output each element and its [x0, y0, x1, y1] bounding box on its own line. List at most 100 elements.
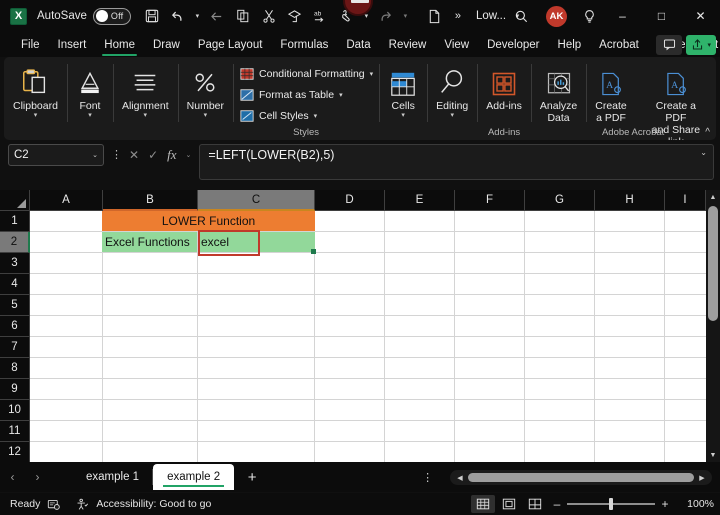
fill-handle[interactable]: [311, 249, 316, 254]
insert-function-icon[interactable]: fx: [167, 147, 176, 163]
tab-data[interactable]: Data: [337, 33, 379, 57]
more-commands-icon[interactable]: »: [449, 10, 466, 22]
scroll-up-arrow-icon[interactable]: ▲: [706, 190, 720, 204]
column-header-g[interactable]: G: [525, 190, 595, 211]
format-painter-icon[interactable]: [283, 4, 307, 28]
cut-icon[interactable]: [257, 4, 281, 28]
zoom-slider[interactable]: [567, 498, 655, 510]
font-dropdown-icon[interactable]: ▾: [88, 112, 92, 120]
autosave-toggle[interactable]: Off: [92, 7, 131, 25]
tab-developer[interactable]: Developer: [478, 33, 548, 57]
formula-input[interactable]: =LEFT(LOWER(B2),5) ⌄: [199, 144, 714, 180]
row-header-9[interactable]: 9: [0, 379, 30, 400]
sheet-canvas[interactable]: LOWER Function Excel Functions excel: [30, 211, 706, 462]
select-all-corner[interactable]: [0, 190, 30, 211]
scroll-left-arrow-icon[interactable]: ◀: [455, 474, 465, 482]
editing-button[interactable]: Editing ▾: [427, 62, 477, 120]
new-file-icon[interactable]: [423, 4, 447, 28]
conditional-formatting-caret-icon[interactable]: ▾: [370, 70, 374, 78]
search-icon[interactable]: [504, 1, 538, 31]
page-break-preview-button[interactable]: [523, 495, 547, 513]
normal-view-button[interactable]: [471, 495, 495, 513]
share-caret-icon[interactable]: ▾: [707, 41, 711, 49]
column-header-d[interactable]: D: [315, 190, 385, 211]
record-macro-icon[interactable]: [47, 498, 61, 511]
zoom-level[interactable]: 100%: [680, 498, 714, 510]
sheet-tab-example-2[interactable]: example 2: [152, 464, 235, 490]
save-icon[interactable]: [140, 4, 164, 28]
conditional-formatting-button[interactable]: Conditional Formatting ▾: [239, 64, 373, 83]
cancel-icon[interactable]: ✕: [129, 148, 139, 162]
cell-b1-title[interactable]: LOWER Function: [102, 211, 315, 231]
sheet-tab-overflow-icon[interactable]: ⋮: [422, 471, 433, 484]
number-button[interactable]: Number ▾: [178, 62, 233, 120]
row-header-3[interactable]: 3: [0, 253, 30, 274]
tab-home[interactable]: Home: [95, 33, 144, 57]
editing-dropdown-icon[interactable]: ▾: [450, 112, 454, 120]
cells-dropdown-icon[interactable]: ▾: [401, 112, 405, 120]
column-header-h[interactable]: H: [595, 190, 665, 211]
analyze-data-button[interactable]: Analyze Data: [531, 62, 586, 124]
enter-checkmark-icon[interactable]: ✓: [148, 148, 158, 162]
comments-icon[interactable]: [656, 34, 683, 55]
expand-formula-bar-icon[interactable]: ⌄: [700, 148, 707, 157]
row-header-6[interactable]: 6: [0, 316, 30, 337]
clipboard-dropdown-icon[interactable]: ▾: [34, 112, 38, 120]
row-header-12[interactable]: 12: [0, 442, 30, 463]
horizontal-scrollbar[interactable]: ◀ ▶: [450, 470, 712, 485]
row-header-1[interactable]: 1: [0, 211, 30, 232]
collapse-ribbon-icon[interactable]: ^: [705, 127, 710, 138]
tab-acrobat[interactable]: Acrobat: [590, 33, 648, 57]
lightbulb-icon[interactable]: [575, 1, 603, 31]
column-header-c[interactable]: C: [198, 190, 315, 211]
font-button[interactable]: Font ▾: [67, 62, 113, 120]
alignment-button[interactable]: Alignment ▾: [113, 62, 178, 120]
undo-caret-icon[interactable]: ▾: [192, 12, 203, 20]
tab-file[interactable]: File: [12, 33, 49, 57]
scroll-right-arrow-icon[interactable]: ▶: [697, 474, 707, 482]
row-header-7[interactable]: 7: [0, 337, 30, 358]
cells-button[interactable]: Cells ▾: [379, 62, 427, 120]
copy-icon[interactable]: [231, 4, 255, 28]
add-sheet-button[interactable]: +: [234, 464, 270, 490]
redo-caret-icon[interactable]: ▾: [400, 12, 411, 20]
vertical-scrollbar[interactable]: ▲ ▼: [706, 190, 720, 462]
alignment-dropdown-icon[interactable]: ▾: [144, 112, 148, 120]
row-header-2[interactable]: 2: [0, 232, 30, 253]
undo-icon[interactable]: [166, 4, 190, 28]
row-header-10[interactable]: 10: [0, 400, 30, 421]
row-header-5[interactable]: 5: [0, 295, 30, 316]
column-header-i[interactable]: I: [665, 190, 706, 211]
addins-button[interactable]: Add-ins: [477, 62, 531, 112]
tab-review[interactable]: Review: [380, 33, 436, 57]
minimize-button[interactable]: –: [603, 0, 642, 32]
vertical-scroll-thumb[interactable]: [708, 206, 718, 321]
next-sheet-button[interactable]: ›: [25, 464, 50, 490]
row-header-11[interactable]: 11: [0, 421, 30, 442]
scroll-down-arrow-icon[interactable]: ▼: [706, 448, 720, 462]
fx-caret-icon[interactable]: ⌄: [186, 151, 192, 159]
number-dropdown-icon[interactable]: ▾: [204, 112, 208, 120]
maximize-button[interactable]: □: [642, 0, 681, 32]
back-icon[interactable]: [205, 4, 229, 28]
redo-icon[interactable]: [374, 4, 398, 28]
cell-styles-button[interactable]: Cell Styles ▾: [239, 106, 373, 125]
zoom-slider-knob[interactable]: [609, 498, 614, 510]
column-header-a[interactable]: A: [30, 190, 103, 211]
tab-help[interactable]: Help: [549, 33, 591, 57]
tab-formulas[interactable]: Formulas: [271, 33, 337, 57]
close-button[interactable]: ✕: [681, 0, 720, 32]
tab-view[interactable]: View: [435, 33, 478, 57]
column-header-e[interactable]: E: [385, 190, 455, 211]
avatar[interactable]: AK: [546, 5, 567, 27]
accessibility-status[interactable]: Accessibility: Good to go: [96, 498, 211, 510]
previous-sheet-button[interactable]: ‹: [0, 464, 25, 490]
document-name[interactable]: Low...: [476, 10, 506, 22]
cell-styles-caret-icon[interactable]: ▾: [314, 112, 318, 120]
column-header-f[interactable]: F: [455, 190, 525, 211]
accessibility-icon[interactable]: [75, 498, 89, 511]
zoom-in-button[interactable]: +: [657, 497, 673, 511]
page-layout-view-button[interactable]: [497, 495, 521, 513]
zoom-out-button[interactable]: –: [549, 497, 565, 511]
cell-b2-source[interactable]: Excel Functions: [102, 232, 197, 252]
